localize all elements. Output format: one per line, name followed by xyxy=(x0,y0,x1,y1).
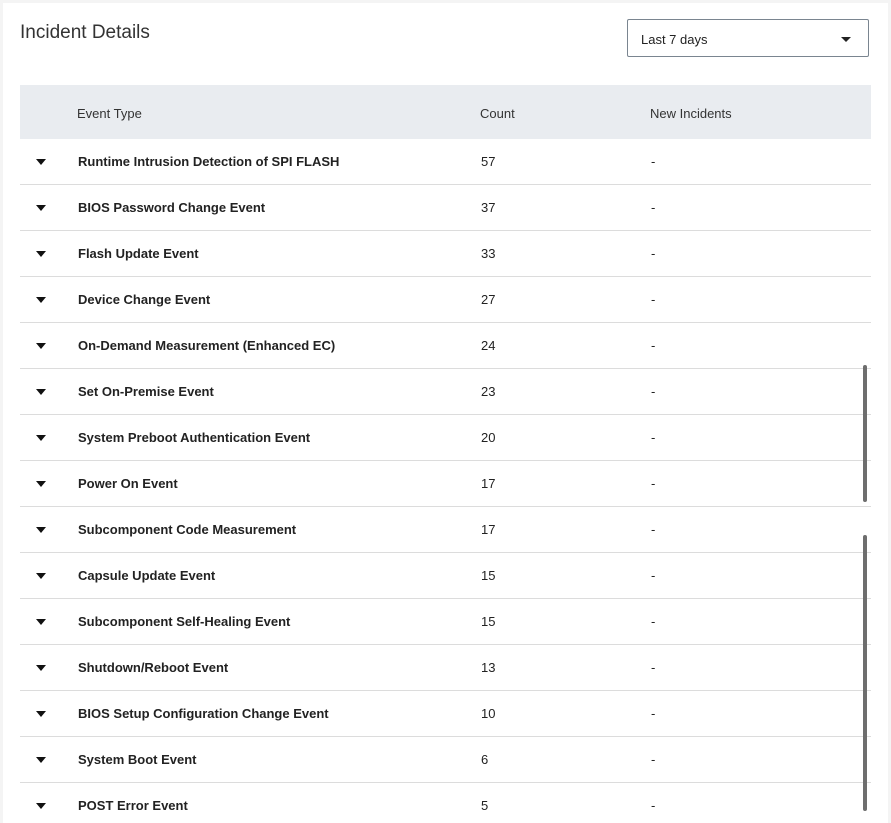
new-incidents-cell: - xyxy=(651,476,656,491)
table-row[interactable]: On-Demand Measurement (Enhanced EC) 24 - xyxy=(20,323,871,369)
count-cell: 24 xyxy=(481,338,496,353)
caret-down-icon xyxy=(841,37,851,42)
new-incidents-cell: - xyxy=(651,614,656,629)
new-incidents-cell: - xyxy=(651,568,656,583)
event-type-cell: System Boot Event xyxy=(78,752,197,767)
new-incidents-cell: - xyxy=(651,522,656,537)
event-type-cell: Subcomponent Code Measurement xyxy=(78,522,297,537)
count-cell: 37 xyxy=(481,200,496,215)
count-cell: 33 xyxy=(481,246,496,261)
event-type-cell: Set On-Premise Event xyxy=(78,384,214,399)
expand-row-icon[interactable] xyxy=(36,297,46,303)
expand-row-icon[interactable] xyxy=(36,251,46,257)
column-header-new-incidents[interactable]: New Incidents xyxy=(650,106,732,121)
expand-row-icon[interactable] xyxy=(36,573,46,579)
event-type-cell: Capsule Update Event xyxy=(78,568,216,583)
expand-row-icon[interactable] xyxy=(36,803,46,809)
scrollbar-thumb[interactable] xyxy=(863,535,867,811)
event-type-cell: On-Demand Measurement (Enhanced EC) xyxy=(78,338,336,353)
new-incidents-cell: - xyxy=(651,660,656,675)
date-range-value: Last 7 days xyxy=(641,32,708,47)
event-type-cell: Subcomponent Self-Healing Event xyxy=(78,614,291,629)
new-incidents-cell: - xyxy=(651,752,656,767)
count-cell: 6 xyxy=(481,752,489,767)
event-type-cell: BIOS Setup Configuration Change Event xyxy=(78,706,329,721)
new-incidents-cell: - xyxy=(651,338,656,353)
table-row[interactable]: Power On Event 17 - xyxy=(20,461,871,507)
count-cell: 23 xyxy=(481,384,496,399)
expand-row-icon[interactable] xyxy=(36,343,46,349)
table-row[interactable]: Capsule Update Event 15 - xyxy=(20,553,871,599)
event-type-cell: Shutdown/Reboot Event xyxy=(78,660,229,675)
expand-row-icon[interactable] xyxy=(36,757,46,763)
table-header: Event Type Count New Incidents xyxy=(20,85,871,139)
table-row[interactable]: BIOS Password Change Event 37 - xyxy=(20,185,871,231)
table-row[interactable]: POST Error Event 5 - xyxy=(20,783,871,823)
new-incidents-cell: - xyxy=(651,384,656,399)
column-header-event-type[interactable]: Event Type xyxy=(77,106,142,121)
date-range-select[interactable]: Last 7 days xyxy=(627,19,869,57)
table-row[interactable]: BIOS Setup Configuration Change Event 10 - xyxy=(20,691,871,737)
event-type-cell: Runtime Intrusion Detection of SPI FLASH xyxy=(78,154,340,169)
expand-row-icon[interactable] xyxy=(36,159,46,165)
table-row[interactable]: Device Change Event 27 - xyxy=(20,277,871,323)
page-title: Incident Details xyxy=(20,22,150,43)
count-cell: 27 xyxy=(481,292,496,307)
new-incidents-cell: - xyxy=(651,292,656,307)
event-type-cell: Device Change Event xyxy=(78,292,211,307)
incident-details-card: Incident Details Last 7 days Event Type … xyxy=(3,3,888,823)
count-cell: 17 xyxy=(481,522,496,537)
table-body: Runtime Intrusion Detection of SPI FLASH… xyxy=(20,139,871,823)
count-cell: 15 xyxy=(481,568,496,583)
table-row[interactable]: Shutdown/Reboot Event 13 - xyxy=(20,645,871,691)
table-row[interactable]: Subcomponent Code Measurement 17 - xyxy=(20,507,871,553)
expand-row-icon[interactable] xyxy=(36,389,46,395)
expand-row-icon[interactable] xyxy=(36,619,46,625)
new-incidents-cell: - xyxy=(651,246,656,261)
event-type-cell: Power On Event xyxy=(78,476,178,491)
count-cell: 10 xyxy=(481,706,496,721)
expand-row-icon[interactable] xyxy=(36,665,46,671)
new-incidents-cell: - xyxy=(651,430,656,445)
table-row[interactable]: System Preboot Authentication Event 20 - xyxy=(20,415,871,461)
table-row[interactable]: Subcomponent Self-Healing Event 15 - xyxy=(20,599,871,645)
new-incidents-cell: - xyxy=(651,154,656,169)
count-cell: 57 xyxy=(481,154,496,169)
expand-row-icon[interactable] xyxy=(36,527,46,533)
expand-row-icon[interactable] xyxy=(36,205,46,211)
new-incidents-cell: - xyxy=(651,798,656,813)
event-type-cell: System Preboot Authentication Event xyxy=(78,430,311,445)
event-type-cell: POST Error Event xyxy=(78,798,188,813)
expand-row-icon[interactable] xyxy=(36,481,46,487)
column-header-count[interactable]: Count xyxy=(480,106,515,121)
count-cell: 5 xyxy=(481,798,489,813)
new-incidents-cell: - xyxy=(651,200,656,215)
event-type-cell: BIOS Password Change Event xyxy=(78,200,266,215)
table-row[interactable]: System Boot Event 6 - xyxy=(20,737,871,783)
count-cell: 13 xyxy=(481,660,496,675)
table-row[interactable]: Set On-Premise Event 23 - xyxy=(20,369,871,415)
table-row[interactable]: Flash Update Event 33 - xyxy=(20,231,871,277)
expand-row-icon[interactable] xyxy=(36,435,46,441)
count-cell: 20 xyxy=(481,430,496,445)
table-row[interactable]: Runtime Intrusion Detection of SPI FLASH… xyxy=(20,139,871,185)
count-cell: 17 xyxy=(481,476,496,491)
scrollbar-thumb[interactable] xyxy=(863,365,867,502)
new-incidents-cell: - xyxy=(651,706,656,721)
count-cell: 15 xyxy=(481,614,496,629)
event-type-cell: Flash Update Event xyxy=(78,246,199,261)
expand-row-icon[interactable] xyxy=(36,711,46,717)
